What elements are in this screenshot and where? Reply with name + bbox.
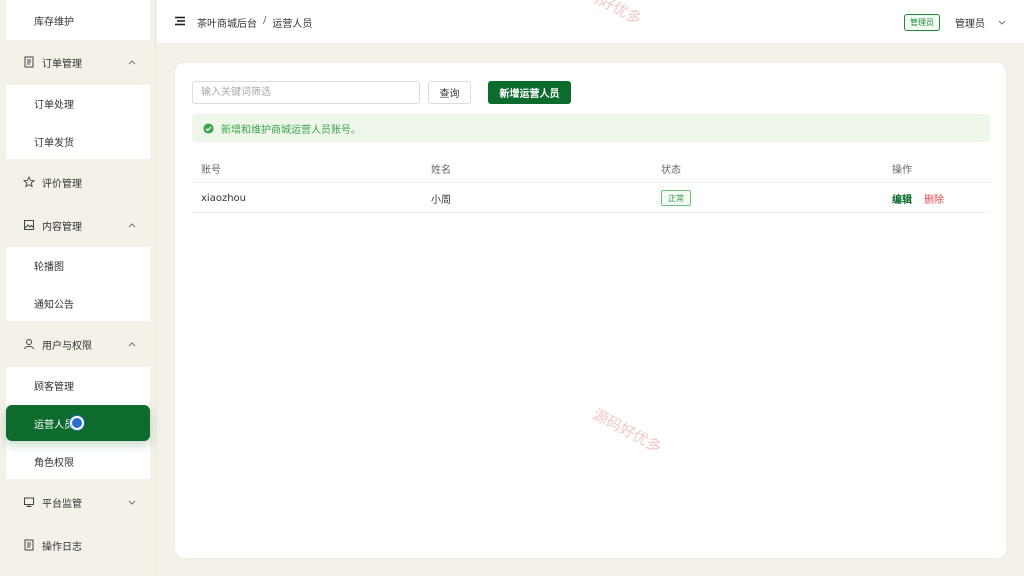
search-input[interactable] — [192, 81, 420, 104]
add-operator-button[interactable]: 新增运营人员 — [488, 81, 571, 104]
menu-toggle-icon[interactable] — [175, 16, 185, 26]
delete-button[interactable]: 删除 — [924, 191, 944, 206]
actions-cell: 编辑 删除 — [892, 183, 944, 213]
sidebar-item-label: 订单处理 — [34, 99, 74, 111]
sidebar-item-label: 库存维护 — [34, 16, 74, 28]
sidebar-item-label: 订单发货 — [34, 137, 74, 149]
sidebar-group-orders[interactable]: 订单管理 — [0, 42, 156, 82]
chevron-up-icon — [128, 60, 136, 65]
sidebar-group-label: 平台监管 — [42, 498, 82, 510]
chevron-down-icon[interactable] — [997, 17, 1007, 27]
sidebar-group-label: 用户与权限 — [42, 340, 92, 352]
status-cell: 正常 — [661, 183, 691, 213]
breadcrumb: 茶叶商城后台 / 运营人员 — [197, 15, 312, 30]
breadcrumb-home[interactable]: 茶叶商城后台 — [197, 15, 257, 30]
sidebar-item-label: 顾客管理 — [34, 381, 74, 393]
sidebar-item-label: 轮播图 — [34, 261, 64, 273]
sidebar-group-label: 操作日志 — [42, 541, 82, 553]
chevron-up-icon — [128, 223, 136, 228]
document-icon — [22, 55, 36, 69]
column-header-name: 姓名 — [431, 164, 451, 176]
query-button[interactable]: 查询 — [428, 81, 471, 104]
check-circle-icon — [203, 122, 214, 134]
sidebar-group-label: 订单管理 — [42, 58, 82, 70]
sidebar-item-order-shipping[interactable]: 订单发货 — [6, 123, 150, 159]
cursor-indicator — [70, 416, 84, 430]
table-row: xiaozhou 小周 正常 编辑 删除 — [192, 183, 990, 213]
table-header: 账号 姓名 状态 操作 — [192, 153, 990, 183]
sidebar-item-reviews[interactable]: 评价管理 — [0, 162, 156, 202]
sidebar-group-content[interactable]: 内容管理 — [0, 205, 156, 245]
top-header: 茶叶商城后台 / 运营人员 管理员 管理员 — [157, 0, 1024, 44]
image-icon — [22, 218, 36, 232]
edit-button[interactable]: 编辑 — [892, 191, 912, 206]
user-name[interactable]: 管理员 — [955, 15, 985, 30]
column-header-status: 状态 — [661, 164, 681, 176]
sidebar: 库存维护 订单管理 订单处理 订单发货 评价管理 内容管理 轮播图 通知公告 用… — [0, 0, 156, 576]
breadcrumb-separator: / — [263, 15, 267, 26]
sidebar-item-roles[interactable]: 角色权限 — [6, 443, 150, 479]
sidebar-group-users[interactable]: 用户与权限 — [0, 324, 156, 364]
star-icon — [22, 175, 36, 189]
sidebar-item-carousel[interactable]: 轮播图 — [6, 247, 150, 283]
info-alert: 新增和维护商城运营人员账号。 — [192, 114, 990, 142]
status-badge: 正常 — [661, 190, 691, 206]
sidebar-item-label: 通知公告 — [34, 299, 74, 311]
sidebar-item-operation-log[interactable]: 操作日志 — [0, 525, 156, 565]
sidebar-item-notices[interactable]: 通知公告 — [6, 285, 150, 321]
column-header-actions: 操作 — [892, 164, 912, 176]
sidebar-item-order-processing[interactable]: 订单处理 — [6, 85, 150, 121]
content-card: 查询 新增运营人员 新增和维护商城运营人员账号。 账号 姓名 状态 操作 xia… — [174, 62, 1007, 559]
sidebar-item-label: 运营人员 — [34, 419, 74, 431]
column-header-account: 账号 — [201, 164, 221, 176]
sidebar-item-label: 角色权限 — [34, 457, 74, 469]
role-badge: 管理员 — [904, 14, 940, 31]
chevron-down-icon — [128, 500, 136, 505]
account-cell: xiaozhou — [201, 192, 246, 204]
chevron-up-icon — [128, 342, 136, 347]
sidebar-item-inventory[interactable]: 库存维护 — [6, 2, 150, 38]
sidebar-group-label: 内容管理 — [42, 221, 82, 233]
breadcrumb-current: 运营人员 — [272, 19, 313, 30]
name-cell: 小周 — [431, 194, 451, 206]
user-icon — [22, 337, 36, 351]
alert-text: 新增和维护商城运营人员账号。 — [221, 124, 361, 136]
document-icon — [22, 538, 36, 552]
sidebar-group-monitoring[interactable]: 平台监管 — [0, 482, 156, 522]
sidebar-group-label: 评价管理 — [42, 178, 82, 190]
sidebar-item-customers[interactable]: 顾客管理 — [6, 367, 150, 403]
monitor-icon — [22, 495, 36, 509]
